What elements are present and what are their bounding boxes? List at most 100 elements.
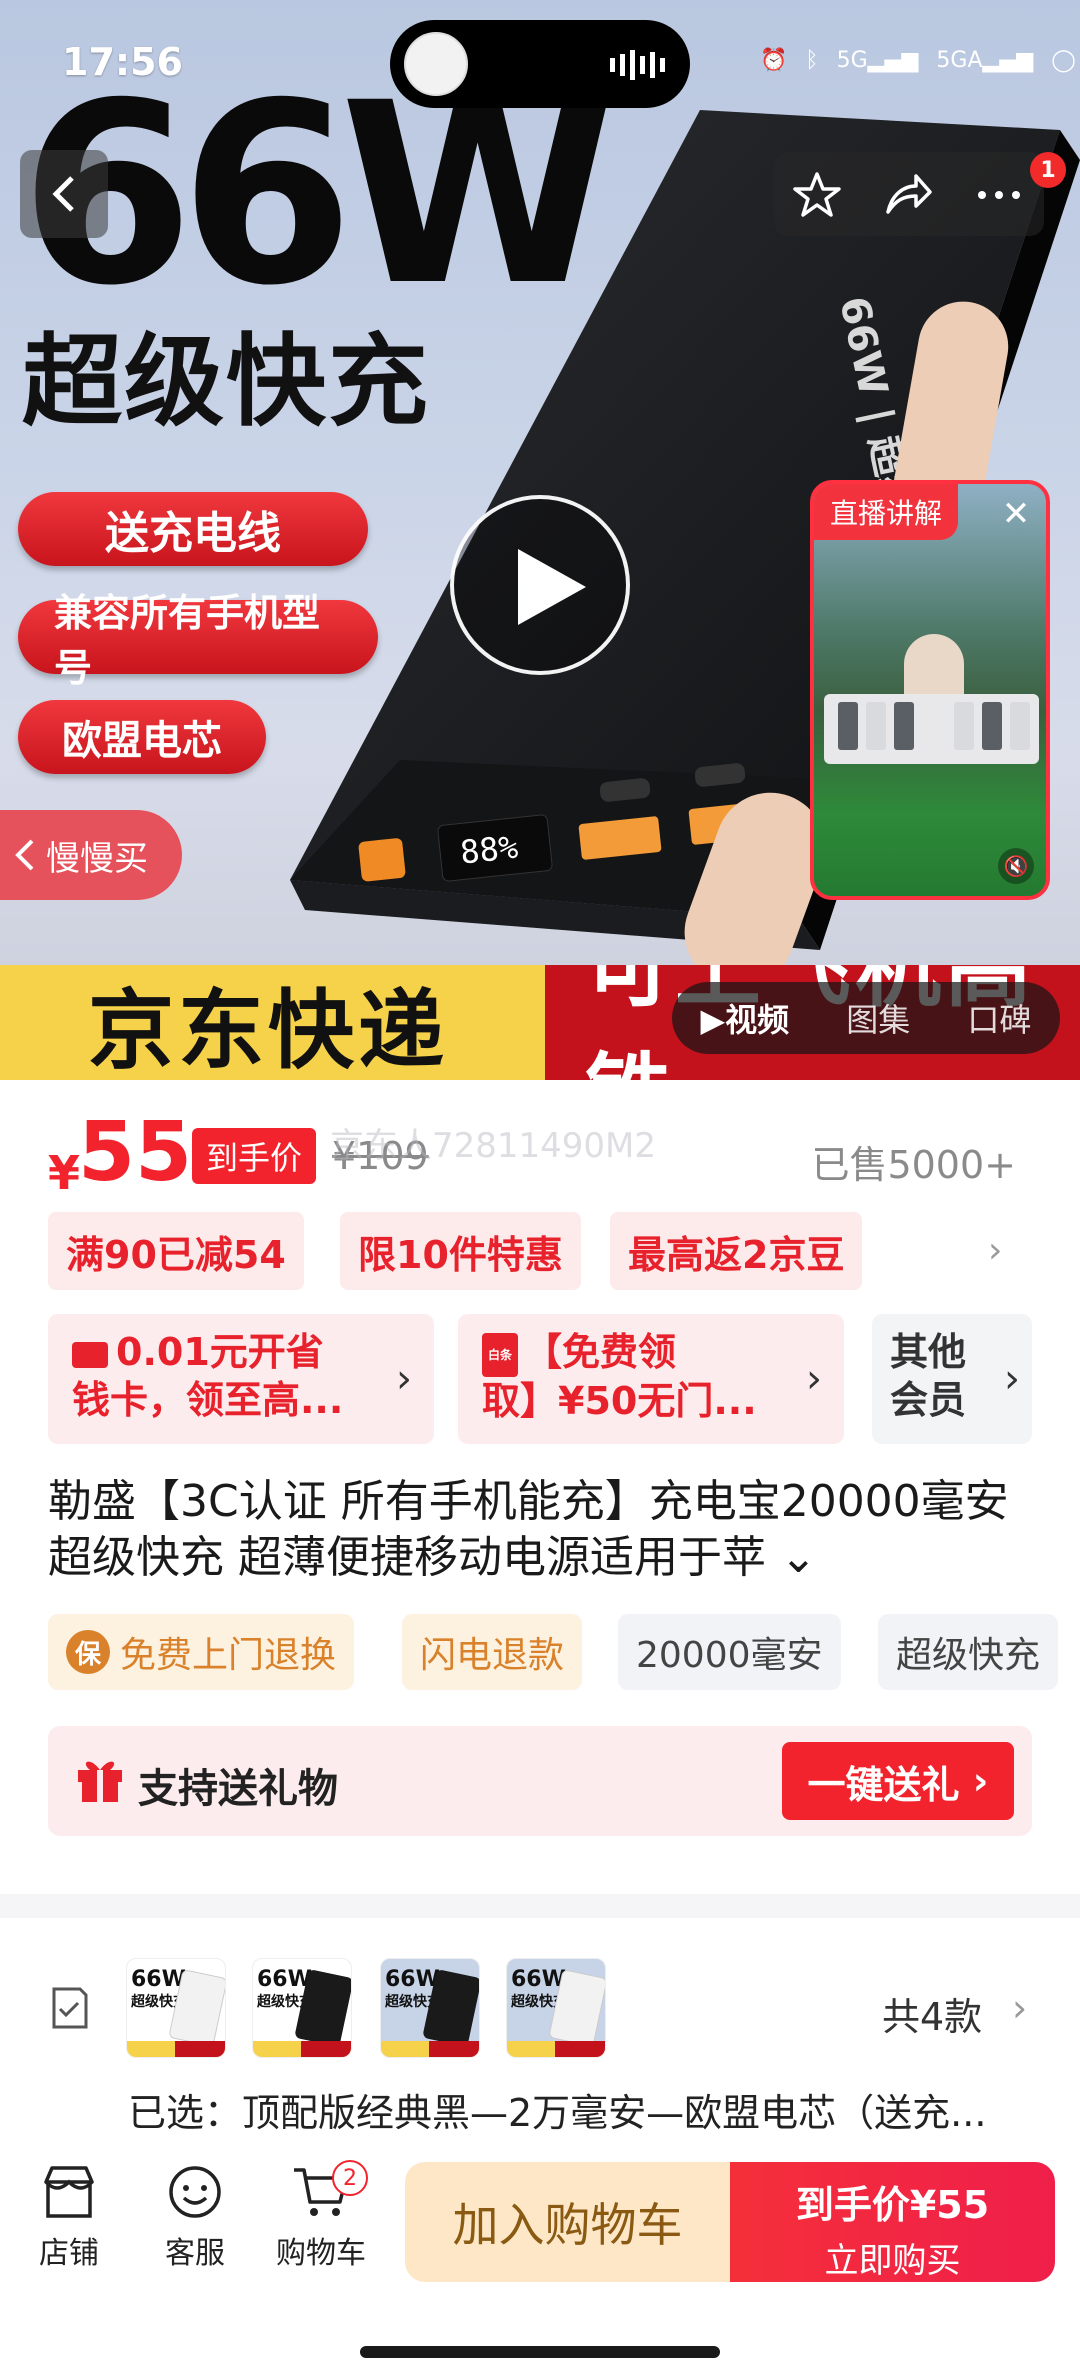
coupon-card-members[interactable]: 其他 会员 › [872, 1314, 1032, 1444]
live-product [838, 702, 858, 750]
hero-pill: 送充电线 [18, 492, 368, 566]
selected-variant[interactable]: 已选：顶配版经典黑—2万毫安—欧盟电芯（送充... [128, 2082, 1068, 2137]
card-icon [72, 1341, 108, 1368]
tab-video[interactable]: ▶视频 [701, 995, 790, 1041]
chevron-right-icon: › [1004, 1356, 1020, 1402]
chevron-right-icon[interactable]: › [1012, 1986, 1027, 2030]
play-video-button[interactable] [450, 495, 630, 675]
product-hero-image[interactable]: 88% 66W | 超级快充 66W 超级快充 送充电线 兼容所有手机型号 欧盟… [0, 0, 1080, 1080]
buy-label: 立即购买 [824, 2241, 961, 2281]
hero-pill: 欧盟电芯 [18, 700, 266, 774]
chevron-right-icon: › [806, 1356, 822, 1402]
top-action-group [774, 152, 1044, 236]
customer-service-button[interactable]: 客服 [140, 2164, 250, 2272]
slow-buy-button[interactable]: 慢慢买 [0, 810, 182, 900]
avatar [404, 32, 468, 96]
bottom-action-bar: 店铺 客服 购物车 2 加入购物车 到手价¥55 立即购买 [0, 2150, 1080, 2376]
coupon-row: 0.01元开省 钱卡，领至高... › 白条 【免费领 取】¥50无门... › … [48, 1314, 1080, 1444]
play-icon [518, 549, 586, 625]
baitiao-icon: 白条 [482, 1332, 518, 1377]
service-tag[interactable]: 20000毫安 [618, 1614, 841, 1690]
live-product [866, 702, 886, 750]
cart-label: 购物车 [276, 2236, 366, 2271]
variant-thumbnail[interactable]: 66W 超级快充 [380, 1958, 480, 2058]
send-gift-button[interactable]: 一键送礼 › [782, 1742, 1014, 1820]
variant-thumbnail[interactable]: 66W 超级快充 [252, 1958, 352, 2058]
tab-reviews[interactable]: 口碑 [967, 995, 1031, 1041]
gift-icon [78, 1761, 122, 1802]
share-icon[interactable] [882, 170, 932, 220]
promo-tag[interactable]: 最高返2京豆 [610, 1212, 863, 1290]
status-bar: 17:56 ⏰ ᛒ 5G▂▄▆ 5GA▂▄▆ ◯ [0, 0, 1080, 120]
store-icon [44, 2166, 94, 2218]
status-time: 17:56 [62, 40, 183, 84]
buy-price: 到手价¥55 [795, 2183, 990, 2227]
price-amount: 55 [78, 1105, 193, 1200]
add-to-cart-button[interactable]: 加入购物车 [405, 2162, 730, 2282]
buy-now-button[interactable]: 到手价¥55 立即购买 [730, 2162, 1055, 2282]
variant-count[interactable]: 共4款 [882, 1986, 982, 2041]
service-tag[interactable]: 闪电退款 [402, 1614, 583, 1690]
promo-row[interactable]: 满90已减54 限10件特惠 最高返2京豆 › [48, 1212, 1048, 1290]
variant-thumbnail[interactable]: 66W 超级快充 [126, 1958, 226, 2058]
coupon-line1: 【免费领 [524, 1330, 677, 1374]
promo-tag[interactable]: 满90已减54 [48, 1212, 304, 1290]
notification-badge: 1 [1030, 152, 1066, 188]
more-icon[interactable] [974, 170, 1024, 220]
signal-icon: 5GA▂▄▆ [936, 47, 1034, 73]
coupon-card[interactable]: 白条 【免费领 取】¥50无门... › [458, 1314, 844, 1444]
coupon-line2: 钱卡，领至高... [72, 1378, 344, 1422]
live-product [954, 702, 974, 750]
chevron-right-icon[interactable]: › [988, 1230, 1002, 1271]
gift-label: 支持送礼物 [138, 1766, 338, 1812]
price-row: ¥ 55 到手价 ¥109 京东人72811490M2 已售5000+ [0, 1090, 1080, 1220]
back-button[interactable] [20, 150, 108, 238]
status-icons: ⏰ ᛒ 5G▂▄▆ 5GA▂▄▆ ◯ [760, 40, 1076, 80]
final-price-tag: 到手价 [192, 1128, 317, 1184]
shield-icon: 保 [66, 1630, 110, 1674]
alarm-icon: ⏰ [760, 47, 788, 73]
store-label: 店铺 [39, 2236, 99, 2271]
signal-icon: 5G▂▄▆ [836, 47, 919, 73]
service-tag[interactable]: 保免费上门退换 [48, 1614, 355, 1690]
mute-icon[interactable]: 🔇 [998, 848, 1034, 884]
section-divider [0, 1894, 1080, 1918]
live-product [982, 702, 1002, 750]
coupon-line2: 取】¥50无门... [482, 1378, 757, 1423]
close-icon[interactable]: ✕ [996, 494, 1036, 534]
hero-pill: 兼容所有手机型号 [18, 591, 378, 690]
banner-left-text: 京东快递 [0, 965, 545, 1080]
variant-thumbnail[interactable]: 66W 超级快充 [506, 1958, 606, 2058]
media-tabs: ▶视频 图集 口碑 [672, 982, 1060, 1054]
audio-wave-icon [610, 50, 665, 80]
store-button[interactable]: 店铺 [14, 2164, 124, 2272]
tab-gallery[interactable]: 图集 [846, 995, 910, 1041]
chevron-down-icon[interactable]: ⌄ [780, 1532, 817, 1583]
variant-select-icon [52, 1987, 88, 2029]
sold-count: 已售5000+ [811, 1143, 1016, 1187]
service-label: 客服 [165, 2236, 225, 2271]
coupon-line1: 其他 [890, 1330, 967, 1374]
dynamic-island[interactable] [390, 20, 690, 108]
product-title[interactable]: 勒盛【3C认证 所有手机能充】充电宝20000毫安超级快充 超薄便捷移动电源适用… [48, 1474, 1048, 1586]
home-indicator[interactable] [360, 2346, 720, 2358]
live-stream-window[interactable]: 直播讲解 ✕ 🔇 [810, 480, 1050, 900]
chevron-right-icon: › [396, 1356, 412, 1402]
battery-display: 88% [458, 828, 519, 872]
battery-icon: ◯ [1051, 47, 1076, 73]
live-product [1010, 702, 1030, 750]
promo-tag[interactable]: 限10件特惠 [340, 1212, 581, 1290]
hero-subheadline: 超级快充 [22, 323, 430, 440]
bluetooth-icon: ᛒ [805, 47, 819, 73]
chevron-left-icon [15, 839, 34, 871]
chat-icon [169, 2166, 221, 2218]
service-tags: 保免费上门退换 闪电退款 20000毫安 超级快充 [48, 1614, 1080, 1690]
coupon-card[interactable]: 0.01元开省 钱卡，领至高... › [48, 1314, 434, 1444]
service-tag[interactable]: 超级快充 [878, 1614, 1059, 1690]
watermark: 京东人72811490M2 [330, 1126, 657, 1166]
live-product [894, 702, 914, 750]
chevron-left-icon [52, 176, 74, 212]
star-icon[interactable] [792, 170, 842, 220]
cart-count-badge: 2 [332, 2160, 368, 2196]
coupon-line1: 0.01元开省 [116, 1330, 324, 1374]
